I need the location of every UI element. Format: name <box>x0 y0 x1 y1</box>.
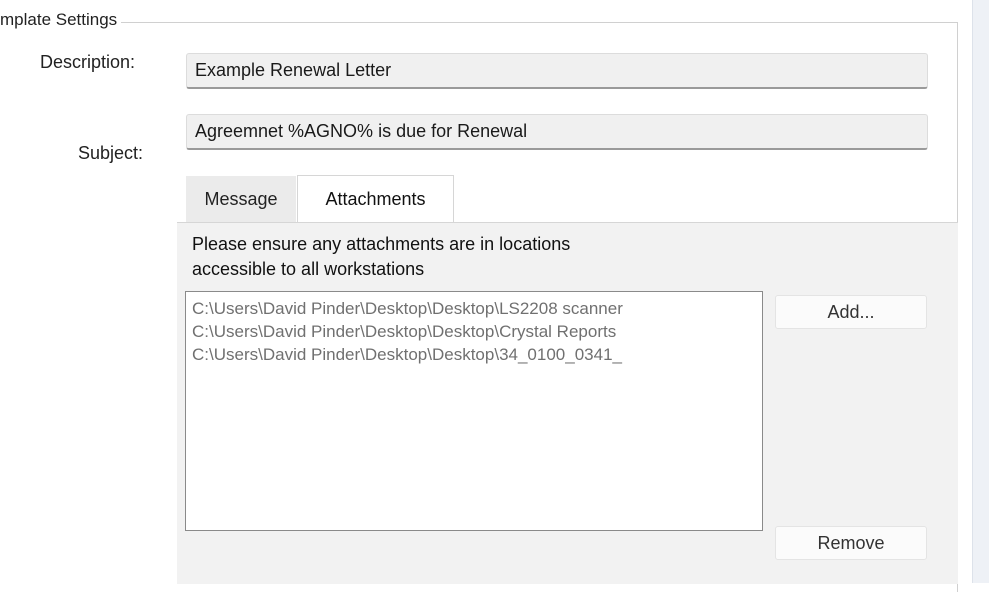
list-item[interactable]: C:\Users\David Pinder\Desktop\Desktop\LS… <box>186 297 762 320</box>
subject-label: Subject: <box>78 143 144 163</box>
subject-field[interactable]: Agreemnet %AGNO% is due for Renewal <box>186 114 928 150</box>
window-edge <box>972 0 989 583</box>
attachments-notice: Please ensure any attachments are in loc… <box>192 232 752 282</box>
list-item[interactable]: C:\Users\David Pinder\Desktop\Desktop\34… <box>186 343 762 366</box>
notice-line-2: accessible to all workstations <box>192 259 425 279</box>
description-field[interactable]: Example Renewal Letter <box>186 53 928 89</box>
tab-message[interactable]: Message <box>186 176 296 222</box>
attachments-listbox[interactable]: C:\Users\David Pinder\Desktop\Desktop\LS… <box>185 291 763 531</box>
notice-line-1: Please ensure any attachments are in loc… <box>192 234 571 254</box>
remove-attachment-button[interactable]: Remove <box>775 526 927 560</box>
description-label: Description: <box>40 52 136 72</box>
groupbox-title: mplate Settings <box>0 10 122 30</box>
tab-attachments[interactable]: Attachments <box>297 175 454 223</box>
list-item[interactable]: C:\Users\David Pinder\Desktop\Desktop\Cr… <box>186 320 762 343</box>
add-attachment-button[interactable]: Add... <box>775 295 927 329</box>
